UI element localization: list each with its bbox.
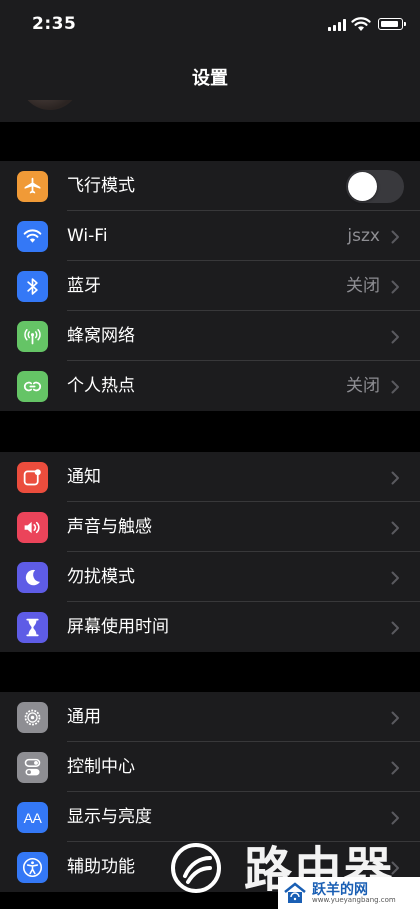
watermark: 路由器 跃羊的网 www.yueyangbang.com — [160, 828, 420, 909]
status-bar: 2:35 — [0, 0, 420, 50]
settings-row-value: 关闭 — [346, 276, 380, 296]
cellular-signal-icon — [328, 19, 346, 31]
page-title: 设置 — [192, 68, 228, 89]
accessibility-icon — [17, 852, 48, 883]
settings-row-airplane-mode[interactable]: 飞行模式 — [0, 161, 420, 211]
settings-row-general[interactable]: 通用 — [0, 692, 420, 742]
settings-row-personal-hotspot[interactable]: 个人热点 关闭 — [0, 361, 420, 411]
status-time: 2:35 — [32, 14, 77, 34]
hourglass-icon — [17, 612, 48, 643]
settings-row-label: 蓝牙 — [67, 276, 101, 296]
settings-group: 通知声音与触感勿扰模式屏幕使用时间 — [0, 452, 420, 652]
moon-icon — [17, 562, 48, 593]
settings-row-label: 通用 — [67, 707, 101, 727]
settings-row-notifications[interactable]: 通知 — [0, 452, 420, 502]
settings-row-value: 关闭 — [346, 376, 380, 396]
settings-row-label: 声音与触感 — [67, 517, 152, 537]
settings-row-label: Wi-Fi — [67, 226, 108, 246]
speaker-icon — [17, 512, 48, 543]
profile-row[interactable] — [0, 100, 420, 122]
settings-row-bluetooth[interactable]: 蓝牙 关闭 — [0, 261, 420, 311]
hotspot-icon — [17, 371, 48, 402]
chevron-right-icon — [391, 621, 399, 635]
settings-row-label: 个人热点 — [67, 376, 135, 396]
house-icon — [284, 882, 306, 903]
settings-row-label: 辅助功能 — [67, 857, 135, 877]
settings-row-label: 勿扰模式 — [67, 567, 135, 587]
settings-row-label: 蜂窝网络 — [67, 326, 135, 346]
text-size-icon: AA — [17, 802, 48, 833]
chevron-right-icon — [391, 471, 399, 485]
navigation-bar: 设置 — [0, 50, 420, 100]
settings-row-label: 屏幕使用时间 — [67, 617, 169, 637]
settings-row-screen-time[interactable]: 屏幕使用时间 — [0, 602, 420, 652]
settings-row-do-not-disturb[interactable]: 勿扰模式 — [0, 552, 420, 602]
watermark-logo-icon — [171, 843, 221, 893]
toggle-knob — [348, 172, 377, 201]
chevron-right-icon — [391, 571, 399, 585]
wifi-icon — [17, 221, 48, 252]
settings-group: 飞行模式 Wi-Fi jszx 蓝牙 关闭 蜂窝网络 个人热点 关闭 — [0, 161, 420, 411]
settings-row-label: 控制中心 — [67, 757, 135, 777]
icon-text: AA — [23, 809, 42, 826]
cellular-icon — [17, 321, 48, 352]
settings-row-value: jszx — [347, 226, 380, 246]
bluetooth-icon — [17, 271, 48, 302]
battery-level — [380, 20, 398, 27]
settings-row-label: 飞行模式 — [67, 176, 135, 196]
settings-row-label: 显示与亮度 — [67, 807, 152, 827]
chevron-right-icon — [391, 521, 399, 535]
chevron-right-icon — [391, 280, 399, 294]
wifi-status-icon — [351, 17, 371, 31]
settings-row-label: 通知 — [67, 467, 101, 487]
chevron-right-icon — [391, 761, 399, 775]
notification-icon — [17, 462, 48, 493]
chevron-right-icon — [391, 711, 399, 725]
gear-icon — [17, 702, 48, 733]
switches-icon — [17, 752, 48, 783]
settings-row-cellular[interactable]: 蜂窝网络 — [0, 311, 420, 361]
settings-row-sounds-haptics[interactable]: 声音与触感 — [0, 502, 420, 552]
watermark-site-url: www.yueyangbang.com — [312, 896, 396, 904]
airplane-icon — [17, 171, 48, 202]
chevron-right-icon — [391, 811, 399, 825]
settings-row-wifi[interactable]: Wi-Fi jszx — [0, 211, 420, 261]
avatar — [20, 100, 80, 110]
chevron-right-icon — [391, 380, 399, 394]
airplane-mode-toggle[interactable] — [346, 170, 404, 203]
chevron-right-icon — [391, 330, 399, 344]
chevron-right-icon — [391, 230, 399, 244]
battery-icon — [378, 18, 406, 30]
watermark-site-badge: 跃羊的网 www.yueyangbang.com — [278, 877, 420, 909]
settings-row-control-center[interactable]: 控制中心 — [0, 742, 420, 792]
